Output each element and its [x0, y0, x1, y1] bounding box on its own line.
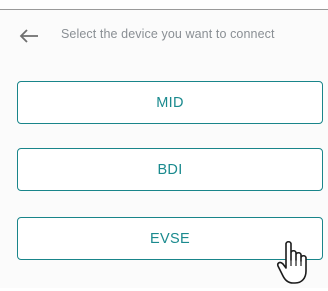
- evse-device-label: EVSE: [150, 230, 190, 247]
- mid-device-label: MID: [156, 94, 184, 111]
- bdi-device-label: BDI: [157, 161, 183, 178]
- arrow-left-icon: [19, 29, 38, 43]
- top-bar: [0, 0, 328, 10]
- bdi-device-button[interactable]: BDI: [17, 148, 323, 191]
- hand-pointer-icon: [276, 238, 316, 286]
- mid-device-button[interactable]: MID: [17, 81, 323, 124]
- header: Select the device you want to connect: [0, 22, 328, 48]
- select-device-prompt: Select the device you want to connect: [61, 27, 275, 41]
- back-button[interactable]: [18, 28, 40, 44]
